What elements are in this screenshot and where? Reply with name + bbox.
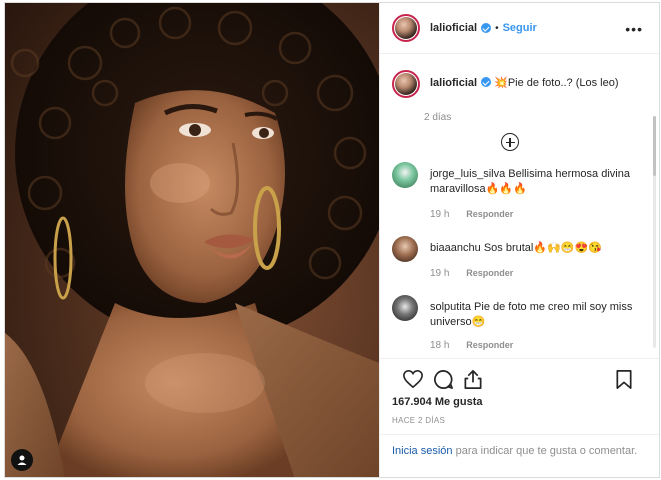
comment-time: 19 h	[430, 209, 450, 220]
caption-avatar[interactable]	[392, 70, 420, 98]
follow-button[interactable]: Seguir	[503, 22, 537, 34]
post-actions	[380, 358, 659, 397]
login-text: para indicar que te gusta o comentar.	[452, 445, 638, 457]
comment-avatar[interactable]	[392, 236, 418, 262]
comments-section[interactable]: lalioficial 💥Pie de foto..? (Los leo) 2 …	[380, 54, 659, 358]
user-tag-icon[interactable]	[11, 449, 33, 471]
post-side-panel: lalioficial • Seguir ••• lalioficial 💥Pi…	[379, 3, 659, 477]
comment-icon[interactable]	[433, 369, 454, 390]
avatar[interactable]	[392, 14, 420, 42]
comment-time: 18 h	[430, 340, 450, 351]
comment-body: jorge_luis_silva Bellisima hermosa divin…	[430, 167, 635, 197]
header-username[interactable]: lalioficial	[430, 22, 477, 34]
plus-circle-icon[interactable]	[501, 133, 519, 151]
caption-time: 2 días	[424, 112, 452, 123]
post-header: lalioficial • Seguir •••	[380, 3, 659, 54]
comment-time: 19 h	[430, 268, 450, 279]
comment-body: solputita Pie de foto me creo mil soy mi…	[430, 300, 635, 330]
caption-emoji: 💥	[494, 77, 508, 89]
comments-scrollbar[interactable]	[653, 116, 656, 348]
likes-count[interactable]: 167.904 Me gusta	[392, 396, 483, 408]
action-icons	[392, 359, 647, 397]
comment-body: biaaanchu Sos brutal🔥🙌😁😍😘	[430, 241, 635, 256]
reply-button[interactable]: Responder	[466, 209, 513, 219]
portrait-image	[5, 3, 379, 477]
scrollbar-thumb[interactable]	[653, 116, 656, 176]
caption-text-block: lalioficial 💥Pie de foto..? (Los leo)	[430, 76, 619, 98]
more-options-icon[interactable]: •••	[625, 21, 643, 37]
reply-button[interactable]: Responder	[466, 340, 513, 350]
comment-meta: 18 h Responder	[430, 340, 513, 351]
comment-meta: 19 h Responder	[430, 209, 513, 220]
login-link[interactable]: Inicia sesión	[392, 445, 453, 457]
post-container: lalioficial • Seguir ••• lalioficial 💥Pi…	[4, 2, 660, 478]
comment-username[interactable]: jorge_luis_silva	[430, 168, 505, 180]
verified-badge-icon	[481, 77, 492, 87]
verified-badge-icon	[481, 23, 492, 33]
login-prompt: Inicia sesión para indicar que te gusta …	[380, 434, 659, 459]
comment-username[interactable]: biaaanchu	[430, 242, 481, 254]
post-photo[interactable]	[5, 3, 379, 477]
comment-avatar[interactable]	[392, 162, 418, 188]
caption-text: Pie de foto..? (Los leo)	[507, 77, 619, 89]
comment-username[interactable]: solputita	[430, 301, 471, 313]
heart-icon[interactable]	[402, 369, 424, 389]
comment-avatar[interactable]	[392, 295, 418, 321]
reply-button[interactable]: Responder	[466, 268, 513, 278]
separator-dot: •	[495, 22, 499, 34]
comment-meta: 19 h Responder	[430, 268, 513, 279]
bookmark-icon[interactable]	[615, 369, 633, 390]
comment-text: Sos brutal🔥🙌😁😍😘	[483, 242, 602, 254]
caption: lalioficial 💥Pie de foto..? (Los leo)	[392, 54, 647, 98]
post-date: HACE 2 DÍAS	[392, 416, 446, 425]
share-icon[interactable]	[463, 369, 483, 390]
caption-username[interactable]: lalioficial	[430, 77, 477, 89]
